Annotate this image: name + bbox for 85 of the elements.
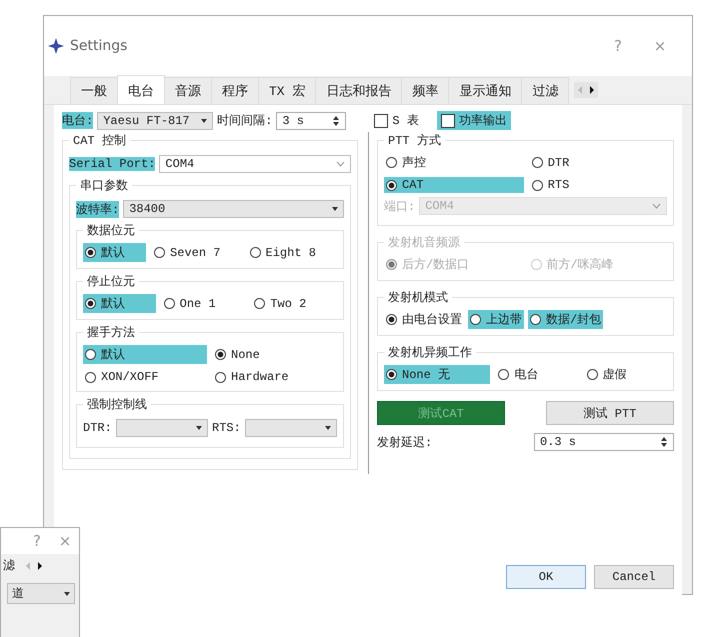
star-icon <box>48 38 64 54</box>
rig-dropdown[interactable]: Yaesu FT-817 <box>97 112 214 130</box>
radio-icon[interactable] <box>85 298 96 309</box>
serial-port-dropdown[interactable]: COM4 <box>159 155 351 173</box>
radio-option[interactable]: None 无 <box>384 365 490 384</box>
radio-icon[interactable] <box>386 157 397 168</box>
dialog-button[interactable]: Cancel <box>594 565 674 589</box>
tab[interactable]: 滤 <box>3 557 15 574</box>
serial-port-label: Serial Port: <box>69 157 156 171</box>
radio-icon[interactable] <box>215 372 226 382</box>
group-title: 发射机模式 <box>387 290 449 306</box>
line-label: DTR: <box>83 421 112 435</box>
chevron-down-icon <box>336 161 345 167</box>
radio-option[interactable]: CAT <box>384 177 524 193</box>
radio-option[interactable]: 默认 <box>83 243 146 262</box>
radio-icon[interactable] <box>154 247 166 258</box>
baud-label: 波特率: <box>76 200 120 218</box>
tab[interactable]: 过滤 <box>521 77 570 104</box>
group-title: 发射机音频源 <box>387 235 461 251</box>
tab[interactable]: 音源 <box>164 77 212 104</box>
rig-label: 电台: <box>62 112 94 129</box>
group-title: 串口参数 <box>79 178 129 194</box>
tab[interactable]: 日志和报告 <box>315 77 402 104</box>
radio-icon[interactable] <box>470 314 481 325</box>
radio-icon[interactable] <box>532 157 543 168</box>
checkbox[interactable]: S 表 <box>370 111 423 130</box>
group-title: 发射机异频工作 <box>387 345 473 361</box>
radio-icon[interactable] <box>386 314 397 325</box>
radio-option[interactable]: None <box>213 345 337 364</box>
group-title: PTT 方式 <box>387 132 442 149</box>
radio-option[interactable]: 虚假 <box>584 365 667 384</box>
radio-icon[interactable] <box>164 298 175 309</box>
radio-option[interactable]: One 1 <box>162 294 246 313</box>
radio-option[interactable]: Two 2 <box>252 294 337 313</box>
interval-spinbox[interactable]: 3 s <box>276 112 346 130</box>
interval-label: 时间间隔: <box>217 113 272 129</box>
group-title: 停止位元 <box>86 274 136 290</box>
radio-option[interactable]: 电台 <box>496 365 579 384</box>
radio-option[interactable]: Eight 8 <box>248 243 337 262</box>
radio-option[interactable]: Seven 7 <box>152 243 242 262</box>
radio-option[interactable]: Hardware <box>213 369 337 385</box>
checkbox[interactable]: 功率输出 <box>436 111 511 130</box>
test-button[interactable]: 测试 PTT <box>546 401 674 425</box>
radio-option[interactable]: 默认 <box>83 294 156 313</box>
radio-icon[interactable] <box>85 372 96 382</box>
radio-option[interactable]: 由电台设置 <box>384 310 464 329</box>
line-label: RTS: <box>212 421 241 435</box>
tab[interactable]: 显示通知 <box>448 77 522 104</box>
tx-delay-label: 发射延迟: <box>377 434 432 450</box>
spinner-arrows-icon[interactable] <box>660 436 668 448</box>
port-label: 端口: <box>384 198 416 214</box>
radio-icon[interactable] <box>254 298 266 309</box>
radio-option[interactable]: XON/XOFF <box>83 369 207 385</box>
group-title: 数据位元 <box>86 223 136 239</box>
group-title: 握手方法 <box>86 324 136 341</box>
radio-option[interactable]: RTS <box>530 177 667 193</box>
radio-option[interactable]: 上边带 <box>468 310 524 329</box>
baud-dropdown[interactable]: 38400 <box>123 200 344 218</box>
radio-icon[interactable] <box>386 180 397 190</box>
spinner-arrows-icon[interactable] <box>332 114 340 126</box>
radio-icon[interactable] <box>586 369 598 380</box>
radio-icon[interactable] <box>532 180 543 190</box>
tab[interactable]: TX 宏 <box>258 77 316 104</box>
radio-option[interactable]: 声控 <box>384 153 524 172</box>
radio-icon[interactable] <box>386 369 397 380</box>
radio-icon[interactable] <box>250 247 261 258</box>
tab[interactable]: 程序 <box>211 77 259 104</box>
group-title: CAT 控制 <box>72 133 127 149</box>
radio-icon[interactable] <box>85 349 96 360</box>
radio-icon[interactable] <box>85 247 96 258</box>
radio-icon[interactable] <box>498 369 510 380</box>
radio-option[interactable]: 数据/封包 <box>528 310 604 329</box>
dialog-button[interactable]: OK <box>506 565 586 589</box>
tab[interactable]: 电台 <box>117 75 165 104</box>
radio-icon[interactable] <box>215 349 226 360</box>
radio-icon[interactable] <box>530 314 541 325</box>
tx-delay-spinbox[interactable]: 0.3 s <box>534 433 674 451</box>
chevron-down-icon <box>652 203 661 209</box>
group-title: 强制控制线 <box>86 397 148 413</box>
tab[interactable]: 频率 <box>401 77 450 104</box>
dropdown[interactable]: 道 <box>7 583 75 604</box>
radio-option[interactable]: DTR <box>530 153 667 172</box>
tab[interactable]: 一般 <box>70 77 118 104</box>
window-title: Settings <box>70 38 128 54</box>
radio-option[interactable]: 默认 <box>83 345 207 364</box>
